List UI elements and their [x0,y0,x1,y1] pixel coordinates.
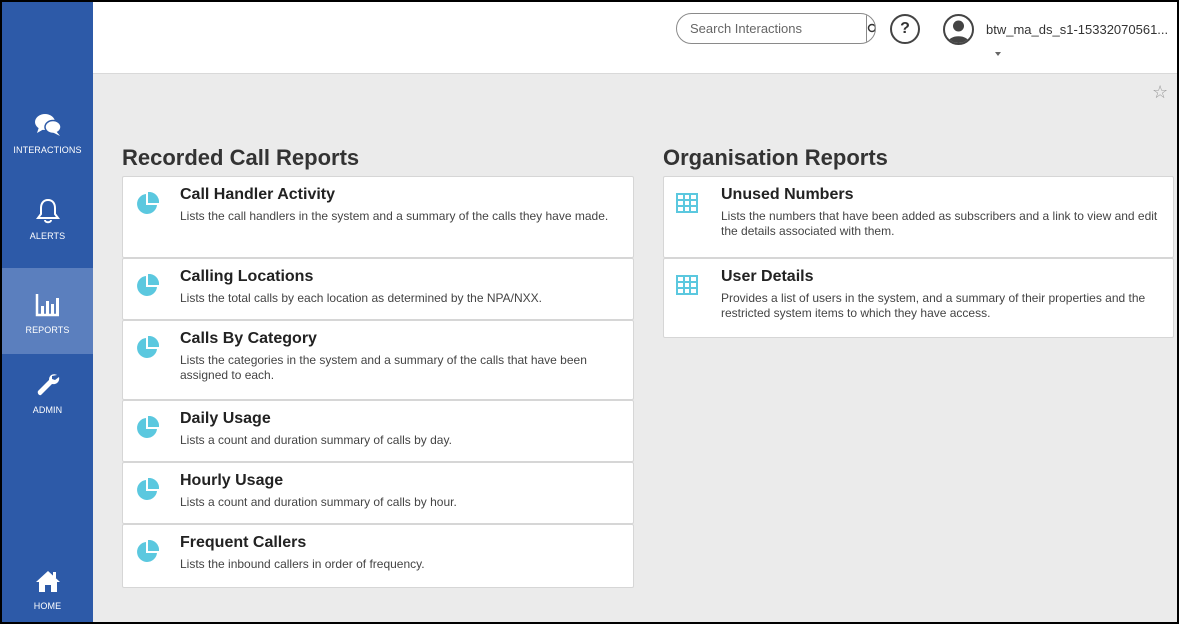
user-menu[interactable]: btw_ma_ds_s1-15332070561... [986,22,1168,37]
report-title: Calls By Category [180,330,317,347]
search-icon [867,23,875,32]
table-icon [676,193,700,217]
sidebar-item-label: HOME [33,601,62,611]
sidebar-item-label: ADMIN [32,405,63,415]
report-title: Unused Numbers [721,186,854,203]
report-title: Frequent Callers [180,534,307,551]
sidebar-item-label: ALERTS [29,231,66,241]
chevron-down-icon[interactable] [995,52,1001,56]
bar-chart-icon [33,290,63,320]
topbar: ? btw_ma_ds_s1-15332070561... [93,2,1177,74]
user-icon [948,20,969,43]
search-box [676,13,876,44]
section-title-recorded: Recorded Call Reports [122,145,360,170]
report-title: Hourly Usage [180,472,284,489]
pie-chart-icon [135,539,160,564]
help-button[interactable]: ? [890,14,920,44]
avatar[interactable] [943,14,974,45]
app-window: INTERACTIONS ALERTS REPORTS ADMIN HOME S… [2,2,1177,622]
report-description: Lists the inbound callers in order of fr… [180,557,425,571]
report-card[interactable]: Hourly Usage Lists a count and duration … [122,462,634,524]
search-button[interactable] [866,14,875,43]
report-description: Lists a count and duration summary of ca… [180,433,452,447]
report-card[interactable]: Daily Usage Lists a count and duration s… [122,400,634,462]
report-title: Call Handler Activity [180,186,336,203]
report-description: Lists the call handlers in the system an… [180,209,609,223]
chat-bubbles-icon [33,110,63,140]
report-card[interactable]: User Details Provides a list of users in… [663,258,1174,338]
home-icon [33,566,63,596]
section-title-organisation: Organisation Reports [663,145,888,170]
sidebar: INTERACTIONS ALERTS REPORTS ADMIN HOME [2,2,93,622]
wrench-icon [33,370,63,400]
report-description: Lists a count and duration summary of ca… [180,495,457,509]
report-title: Calling Locations [180,268,314,285]
sidebar-item-label: REPORTS [25,325,70,335]
pie-chart-icon [135,191,160,216]
table-icon [676,275,700,299]
pie-chart-icon [135,335,160,360]
search-input[interactable] [677,14,866,43]
sidebar-item-interactions[interactable]: INTERACTIONS [2,110,93,196]
report-title: Daily Usage [180,410,271,427]
sidebar-item-home[interactable]: HOME [2,566,93,622]
pie-chart-icon [135,273,160,298]
report-card[interactable]: Unused Numbers Lists the numbers that ha… [663,176,1174,258]
bell-icon [33,196,63,226]
pie-chart-icon [135,477,160,502]
sidebar-item-reports[interactable]: REPORTS [2,268,93,354]
sidebar-item-label: INTERACTIONS [13,145,82,155]
report-card[interactable]: Calls By Category Lists the categories i… [122,320,634,400]
report-description: Lists the numbers that have been added a… [721,209,1158,238]
star-icon[interactable]: ☆ [1152,82,1168,103]
report-description: Provides a list of users in the system, … [721,291,1146,320]
report-card[interactable]: Frequent Callers Lists the inbound calle… [122,524,634,588]
sidebar-item-admin[interactable]: ADMIN [2,370,93,456]
report-description: Lists the categories in the system and a… [180,353,587,382]
report-title: User Details [721,268,814,285]
report-card[interactable]: Call Handler Activity Lists the call han… [122,176,634,258]
pie-chart-icon [135,415,160,440]
report-card[interactable]: Calling Locations Lists the total calls … [122,258,634,320]
report-description: Lists the total calls by each location a… [180,291,542,305]
